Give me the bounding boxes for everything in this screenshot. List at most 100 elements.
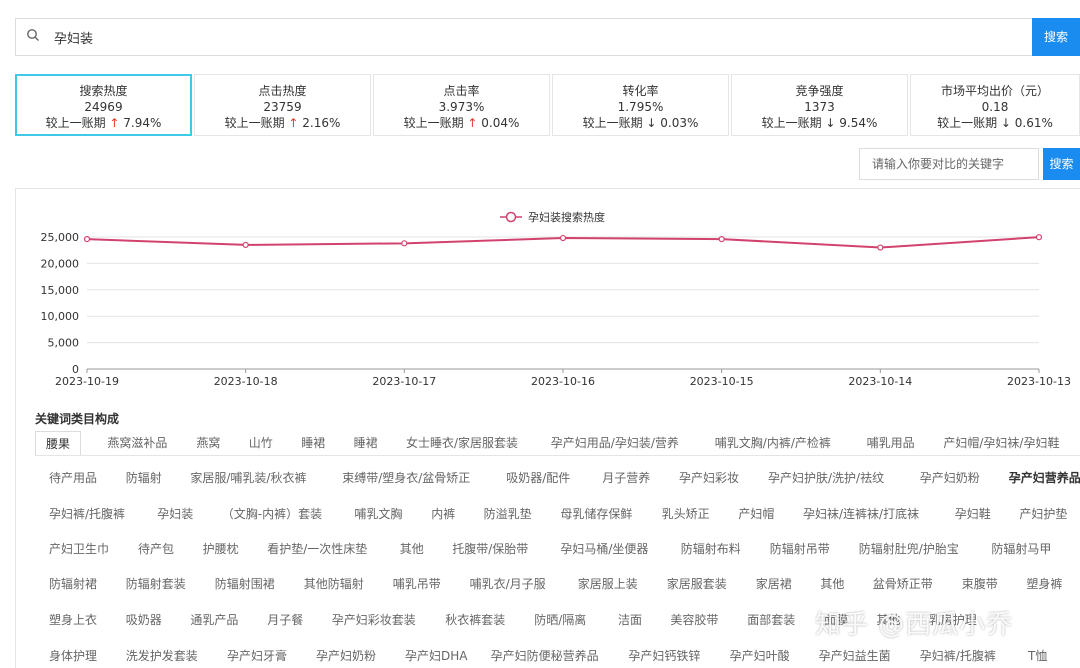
category-tag[interactable]: 哺乳文胸/内裤/产检裤 [715, 431, 831, 455]
category-tag[interactable]: 其他 [400, 537, 424, 561]
legend-label: 孕妇装搜索热度 [528, 210, 605, 224]
category-tag[interactable]: 孕妇装 [157, 502, 193, 526]
category-tag[interactable]: 燕窝滋补品 [107, 431, 167, 455]
category-tag[interactable]: 其他 [820, 572, 844, 596]
category-tag[interactable]: 家居服/哺乳装/秋衣裤 [190, 466, 306, 490]
x-tick-label: 2023-10-16 [531, 375, 595, 388]
category-tag[interactable]: 产妇帽 [738, 502, 774, 526]
category-tag[interactable]: 孕妇鞋 [955, 502, 991, 526]
category-tag[interactable]: 塑身上衣 [49, 608, 97, 632]
category-tag[interactable]: T恤 [1028, 644, 1047, 668]
category-tag[interactable]: 哺乳衣/月子服 [470, 572, 546, 596]
category-tag[interactable]: 洁面 [618, 608, 642, 632]
data-point [401, 240, 408, 247]
category-tag[interactable]: 防辐射布料 [681, 537, 741, 561]
category-tag[interactable]: 睡裙 [301, 431, 325, 455]
category-tag[interactable]: 腰果 [35, 431, 82, 455]
category-tag[interactable]: 产妇卫生巾 [49, 537, 109, 561]
category-tag[interactable]: 盆骨矫正带 [873, 572, 933, 596]
category-tag[interactable]: 吸奶器/配件 [506, 466, 570, 490]
category-tag[interactable]: 防辐射肚兜/护胎宝 [859, 537, 959, 561]
category-tag[interactable]: 洗发护发套装 [126, 644, 198, 668]
category-tag[interactable]: 孕产妇奶粉 [316, 644, 376, 668]
legend-marker-icon [505, 211, 517, 223]
category-tag[interactable]: 待产用品 [49, 466, 97, 490]
category-tag[interactable]: 孕产妇益生菌 [819, 644, 891, 668]
category-tag[interactable]: 孕产妇钙铁锌 [628, 644, 700, 668]
category-row: 孕妇裤/托腹裤 孕妇装 （文胸-内裤）套装 哺乳文胸 内裤 防溢乳垫 母乳储存保鲜 乳头矫正 产… [35, 502, 1080, 524]
category-tag[interactable]: 吸奶器 [126, 608, 162, 632]
category-tag[interactable]: 家居服套装 [667, 572, 727, 596]
data-point [242, 241, 249, 249]
category-row: 产妇卫生巾 待产包 护腰枕 看护垫/一次性床垫 其他 托腹带/保胎带 孕妇马桶/坐便器 防辐射… [35, 537, 1080, 559]
category-tag[interactable]: 防辐射裙 [49, 572, 97, 596]
category-tag[interactable]: 其他防辐射 [304, 572, 364, 596]
category-tag[interactable]: 孕妇马桶/坐便器 [560, 537, 648, 561]
category-tag[interactable]: 孕产妇用品/孕妇装/营养 [551, 431, 679, 455]
category-tag[interactable]: 孕产妇叶酸 [730, 644, 790, 668]
category-tag[interactable]: 托腹带/保胎带 [452, 537, 528, 561]
category-tag[interactable]: 母乳储存保鲜 [560, 502, 632, 526]
category-tag[interactable]: 产妇帽/孕妇袜/孕妇鞋 [943, 431, 1059, 455]
category-tag[interactable]: 孕妇裤/托腹裤 [920, 644, 996, 668]
category-tag[interactable]: 孕产妇营养品 [1009, 466, 1080, 490]
category-tag[interactable]: 哺乳文胸 [354, 502, 402, 526]
data-point [718, 236, 725, 243]
category-tag[interactable]: 孕产妇牙膏 [227, 644, 287, 668]
category-tag[interactable]: 面部套装 [747, 608, 795, 632]
y-tick-label: 15,000 [41, 284, 80, 297]
category-tag[interactable]: 家居裙 [756, 572, 792, 596]
y-tick-label: 10,000 [41, 310, 80, 323]
x-tick-label: 2023-10-13 [1007, 375, 1071, 388]
x-tick-label: 2023-10-18 [214, 375, 278, 388]
category-tag[interactable]: 山竹 [249, 431, 273, 455]
category-tag[interactable]: 美容胶带 [670, 608, 718, 632]
category-tag[interactable]: 乳头矫正 [662, 502, 710, 526]
category-tag[interactable]: 孕产妇奶粉 [920, 466, 980, 490]
category-tag[interactable]: 睡裙 [354, 431, 378, 455]
category-tag[interactable]: 女士睡衣/家居服套装 [406, 431, 518, 455]
category-tag[interactable]: 防溢乳垫 [484, 502, 532, 526]
category-tag[interactable]: 塑身裤 [1026, 572, 1062, 596]
category-tag[interactable]: 防辐射 [126, 466, 162, 490]
x-tick-label: 2023-10-19 [55, 375, 119, 388]
category-tag[interactable]: 孕妇袜/连裤袜/打底袜 [803, 502, 919, 526]
category-tag[interactable]: 孕产妇DHA [405, 644, 467, 668]
category-tag[interactable]: （文胸-内裤）套装 [222, 502, 322, 526]
data-point [83, 236, 91, 243]
category-tag[interactable]: 防辐射马甲 [991, 537, 1051, 561]
category-tag[interactable]: 束缚带/塑身衣/盆骨矫正 [342, 466, 470, 490]
trend-chart: 05,00010,00015,00020,00025,0002023-10-19… [41, 210, 1071, 388]
category-tag[interactable]: 产妇护垫 [1019, 502, 1067, 526]
category-tag[interactable]: 内裤 [431, 502, 455, 526]
category-tag[interactable]: 秋衣裤套装 [445, 608, 505, 632]
category-tag[interactable]: 孕妇裤/托腹裤 [49, 502, 125, 526]
category-section-title: 关键词类目构成 [35, 412, 120, 426]
category-row: 待产用品 防辐射 家居服/哺乳装/秋衣裤 束缚带/塑身衣/盆骨矫正 吸奶器/配件 月子营养… [35, 466, 1080, 488]
category-tag[interactable]: 月子餐 [267, 608, 303, 632]
category-tag[interactable]: 家居服上装 [578, 572, 638, 596]
category-tag[interactable]: 月子营养 [602, 466, 650, 490]
category-tag[interactable]: 束腹带 [962, 572, 998, 596]
category-row: 腰果 燕窝滋补品 燕窝 山竹 睡裙 睡裙 女士睡衣/家居服套装 孕产妇用品/孕妇装/营养 哺乳文… [35, 431, 1080, 455]
category-tag[interactable]: 防晒/隔离 [534, 608, 586, 632]
category-tag[interactable]: 防辐射围裙 [215, 572, 275, 596]
category-tag[interactable]: 护腰枕 [203, 537, 239, 561]
category-tag[interactable]: 孕产妇护肤/洗护/祛纹 [768, 466, 884, 490]
category-tag[interactable]: 孕产妇防便秘营养品 [491, 644, 599, 668]
data-point [559, 234, 567, 242]
x-tick-label: 2023-10-17 [372, 375, 436, 388]
category-tag[interactable]: 防辐射吊带 [770, 537, 830, 561]
category-tag[interactable]: 待产包 [138, 537, 174, 561]
data-point [877, 244, 884, 251]
category-tag[interactable]: 看护垫/一次性床垫 [267, 537, 367, 561]
category-tag[interactable]: 哺乳用品 [867, 431, 915, 455]
category-tag[interactable]: 身体护理 [49, 644, 97, 668]
category-tag[interactable]: 通乳产品 [190, 608, 238, 632]
category-tag[interactable]: 防辐射套装 [126, 572, 186, 596]
category-tag[interactable]: 孕产妇彩妆套装 [332, 608, 416, 632]
category-tag[interactable]: 孕产妇彩妆 [679, 466, 739, 490]
category-tag[interactable]: 燕窝 [196, 431, 220, 455]
category-tag[interactable]: 哺乳吊带 [393, 572, 441, 596]
category-divider [35, 455, 1080, 456]
